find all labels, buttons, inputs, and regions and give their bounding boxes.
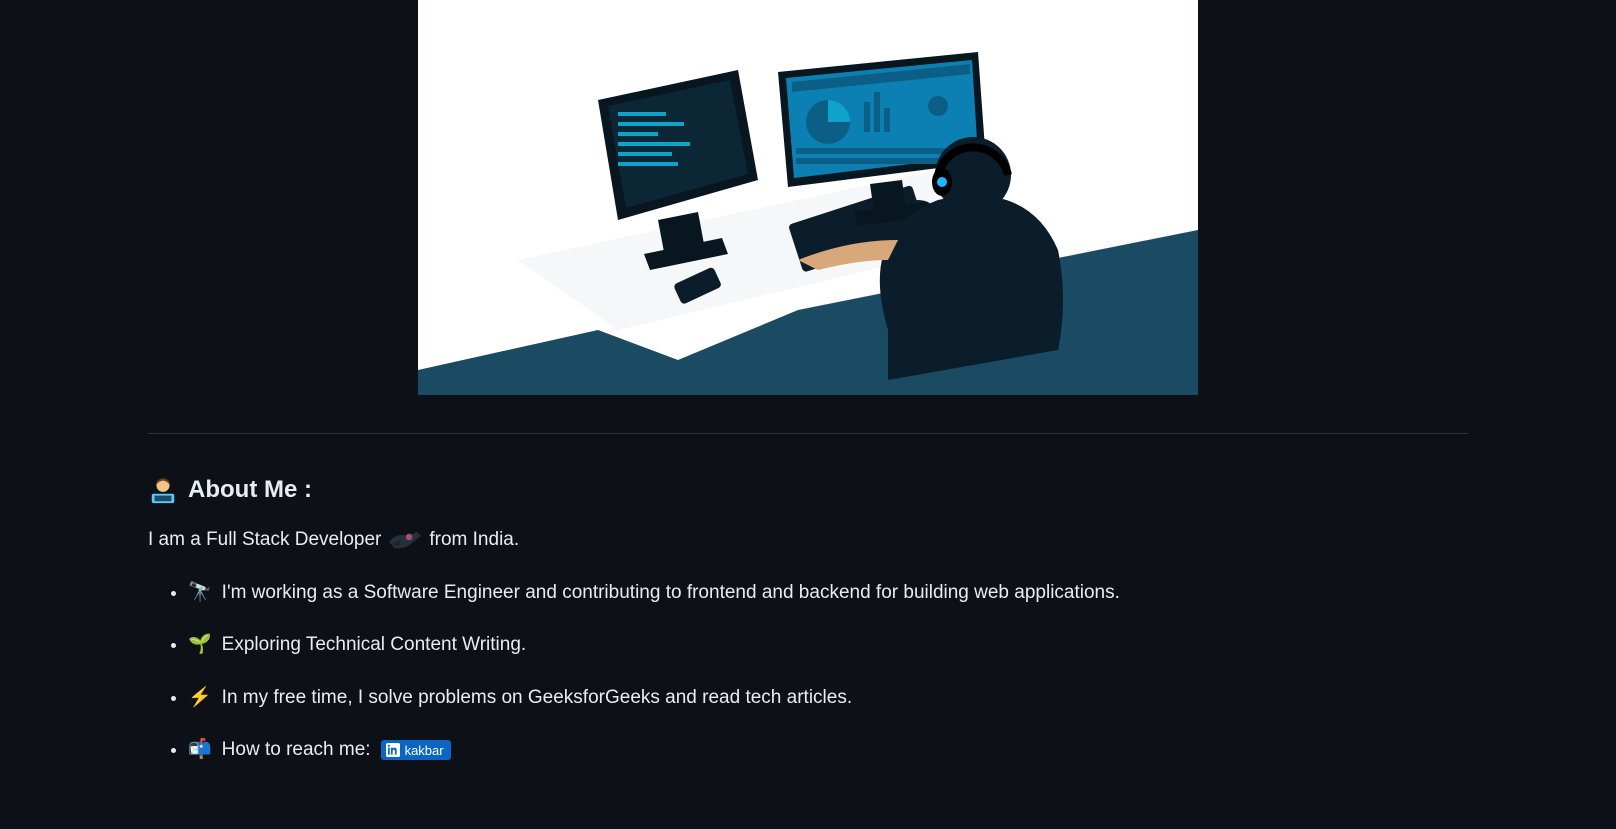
about-heading: About Me :: [148, 472, 1468, 508]
technologist-icon: [148, 475, 178, 505]
hero-wrap: [148, 0, 1468, 395]
flying-hero-icon: [387, 528, 423, 552]
list-item: 🔭 I'm working as a Software Engineer and…: [188, 579, 1468, 608]
linkedin-badge-text: kakbar: [405, 744, 444, 757]
list-item-text: Exploring Technical Content Writing.: [222, 631, 527, 660]
about-list: 🔭 I'm working as a Software Engineer and…: [148, 579, 1468, 765]
developer-illustration: [418, 0, 1198, 395]
contact-label: How to reach me:: [222, 736, 371, 765]
linkedin-badge[interactable]: kakbar: [381, 740, 451, 760]
linkedin-icon: [386, 743, 400, 757]
seedling-icon: 🌱: [188, 631, 212, 660]
intro-paragraph: I am a Full Stack Developer from India.: [148, 526, 1468, 555]
intro-prefix: I am a Full Stack Developer: [148, 526, 381, 555]
list-item-text: I'm working as a Software Engineer and c…: [222, 579, 1120, 608]
list-item-contact: 📬 How to reach me: kakbar: [188, 736, 1468, 765]
list-item-text: In my free time, I solve problems on Gee…: [222, 684, 852, 713]
mailbox-icon: 📬: [188, 736, 212, 765]
divider: [148, 433, 1468, 434]
intro-suffix: from India.: [429, 526, 519, 555]
list-item: ⚡ In my free time, I solve problems on G…: [188, 684, 1468, 713]
about-heading-text: About Me :: [188, 472, 312, 508]
hero-illustration: [418, 0, 1198, 395]
telescope-icon: 🔭: [188, 579, 212, 608]
list-item: 🌱 Exploring Technical Content Writing.: [188, 631, 1468, 660]
zap-icon: ⚡: [188, 684, 212, 713]
readme-container: About Me : I am a Full Stack Developer f…: [148, 0, 1468, 829]
